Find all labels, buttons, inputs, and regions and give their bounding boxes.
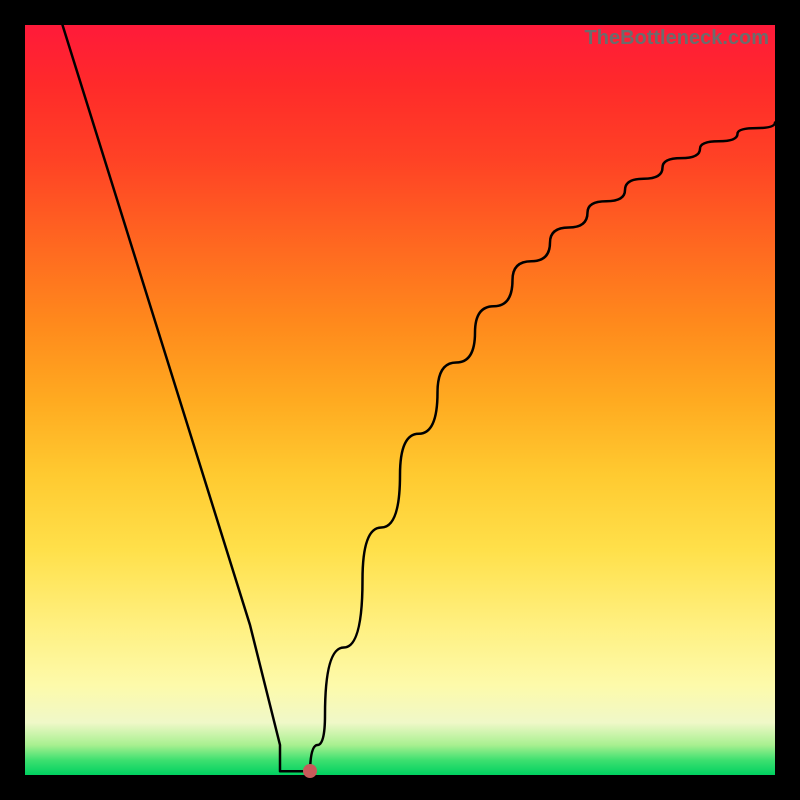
curve-svg	[25, 25, 775, 775]
bottleneck-curve	[63, 25, 776, 775]
plot-area: TheBottleneck.com	[25, 25, 775, 775]
optimal-point-marker	[303, 764, 317, 778]
chart-container: TheBottleneck.com	[0, 0, 800, 800]
